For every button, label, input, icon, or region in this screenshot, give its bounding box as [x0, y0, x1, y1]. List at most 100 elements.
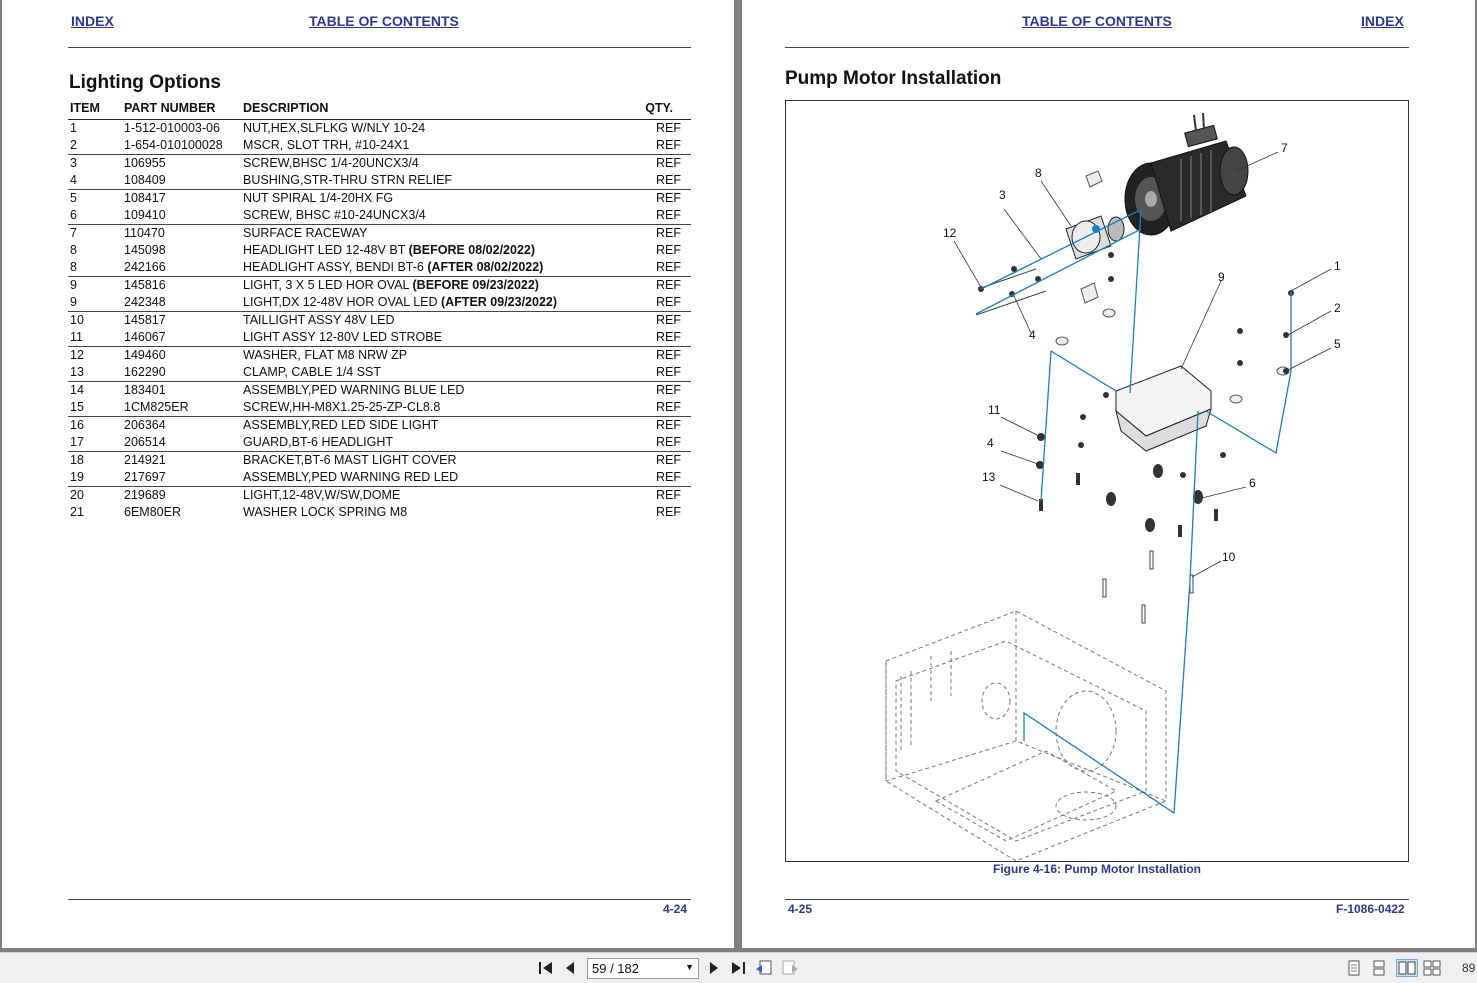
- next-page-button[interactable]: [705, 959, 723, 977]
- qty-cell: REF: [632, 380, 691, 399]
- footer-rule: [785, 899, 1409, 900]
- description-date-note: (AFTER 08/02/2022): [427, 259, 544, 274]
- facing-pages-icon: [1398, 961, 1416, 975]
- forward-view-icon: [782, 960, 798, 975]
- callout-7: 7: [1281, 141, 1288, 155]
- description-date-note: (BEFORE 09/23/2022): [412, 277, 539, 292]
- callout-12: 12: [943, 226, 957, 240]
- item-cell: 17: [70, 434, 84, 449]
- description-cell: SURFACE RACEWAY: [241, 223, 633, 242]
- description-date-note: (AFTER 09/23/2022): [441, 294, 558, 309]
- single-page-view-button[interactable]: [1345, 959, 1363, 977]
- part-number-cell: 1CM825ER: [124, 399, 189, 414]
- back-view-icon: [756, 960, 772, 975]
- description-cell: TAILLIGHT ASSY 48V LED: [241, 310, 633, 329]
- part-number-cell: 217697: [124, 469, 166, 484]
- page-number: 4-25: [788, 902, 813, 916]
- description-text: ASSEMBLY,PED WARNING RED LED: [243, 469, 459, 484]
- description-text: LIGHT, 3 X 5 LED HOR OVAL: [243, 277, 413, 292]
- item-cell: 13: [70, 364, 84, 379]
- qty-cell: REF: [656, 207, 681, 222]
- qty-cell: REF: [656, 504, 681, 519]
- zoom-level[interactable]: 89: [1462, 961, 1475, 975]
- pump-motor-exploded-diagram: 1 2 3 4 4 5 6 7 8 9 10 11 12 13: [885, 112, 1341, 862]
- qty-cell: REF: [632, 415, 691, 434]
- description-text: HEADLIGHT ASSY, BENDI BT-6: [243, 259, 428, 274]
- callout-13: 13: [982, 470, 996, 484]
- index-link[interactable]: INDEX: [71, 13, 114, 29]
- description-text: SCREW, BHSC #10-24UNCX3/4: [243, 207, 426, 222]
- page-title: Pump Motor Installation: [785, 68, 1002, 89]
- first-page-button[interactable]: [537, 959, 555, 977]
- previous-page-button[interactable]: [561, 959, 579, 977]
- description-text: BUSHING,STR-THRU STRN RELIEF: [243, 172, 453, 187]
- qty-cell: REF: [656, 242, 681, 257]
- item-cell: 4: [70, 172, 77, 187]
- last-page-button[interactable]: [729, 959, 747, 977]
- index-link[interactable]: INDEX: [1361, 13, 1404, 29]
- qty-cell: REF: [632, 188, 691, 207]
- continuous-view-button[interactable]: [1370, 959, 1388, 977]
- description-cell: LIGHT,DX 12-48V HOR OVAL LED (AFTER 09/2…: [241, 294, 632, 312]
- qty-cell: REF: [632, 153, 691, 172]
- description-text: TAILLIGHT ASSY 48V LED: [243, 312, 395, 327]
- continuous-facing-view-button[interactable]: [1423, 959, 1441, 977]
- parts-table: ITEM PART NUMBER DESCRIPTION QTY. 1 1-512…: [68, 99, 691, 521]
- callout-9: 9: [1218, 270, 1225, 284]
- description-cell: LIGHT ASSY 12-80V LED STROBE: [241, 329, 632, 347]
- item-cell: 8: [70, 259, 77, 274]
- table-row: 12 149460 WASHER, FLAT M8 NRW ZP REF: [68, 345, 691, 364]
- item-cell: 9: [68, 275, 122, 294]
- item-cell: 3: [68, 153, 122, 172]
- part-number-cell: 214921: [122, 450, 241, 469]
- qty-cell: REF: [632, 275, 691, 294]
- item-cell: 20: [68, 485, 122, 504]
- qty-cell: REF: [656, 172, 681, 187]
- part-number-cell: 108409: [124, 172, 166, 187]
- callout-2: 2: [1334, 301, 1341, 315]
- qty-cell: REF: [632, 450, 691, 469]
- col-qty-header: QTY.: [632, 99, 691, 120]
- description-text: SCREW,HH-M8X1.25-25-ZP-CL8.8: [243, 399, 441, 414]
- viewer-toolbar: 59 / 182 ▼ 89: [0, 952, 1477, 983]
- description-cell: WASHER, FLAT M8 NRW ZP: [241, 345, 633, 364]
- toc-link[interactable]: TABLE OF CONTENTS: [309, 13, 459, 29]
- description-text: CLAMP, CABLE 1/4 SST: [243, 364, 382, 379]
- qty-cell: REF: [656, 259, 681, 274]
- qty-cell: REF: [632, 310, 691, 329]
- callout-4a: 4: [1029, 328, 1036, 342]
- description-cell: SCREW, BHSC #10-24UNCX3/4: [241, 207, 632, 225]
- callout-11: 11: [988, 403, 1001, 417]
- part-number-cell: 206514: [124, 434, 166, 449]
- description-cell: GUARD,BT-6 HEADLIGHT: [241, 434, 632, 452]
- description-cell: ASSEMBLY,PED WARNING BLUE LED: [241, 380, 633, 399]
- part-number-cell: 145816: [122, 275, 241, 294]
- description-text: NUT SPIRAL 1/4-20HX FG: [243, 190, 394, 205]
- description-cell: LIGHT,12-48V,W/SW,DOME: [241, 485, 633, 504]
- callout-1: 1: [1334, 259, 1341, 273]
- table-row: 11 146067 LIGHT ASSY 12-80V LED STROBE REF: [68, 329, 691, 347]
- toc-link[interactable]: TABLE OF CONTENTS: [1022, 13, 1172, 29]
- item-cell: 11: [70, 329, 83, 344]
- back-view-button[interactable]: [755, 959, 773, 977]
- table-header-row: ITEM PART NUMBER DESCRIPTION QTY.: [68, 99, 691, 120]
- page-number-field[interactable]: 59 / 182 ▼: [587, 958, 699, 979]
- item-cell: 7: [68, 223, 122, 242]
- qty-cell: REF: [656, 469, 681, 484]
- last-page-icon: [732, 962, 745, 974]
- part-number-cell: 183401: [122, 380, 241, 399]
- part-number-cell: 242348: [124, 294, 166, 309]
- description-text: WASHER LOCK SPRING M8: [243, 504, 408, 519]
- left-page: INDEX TABLE OF CONTENTS Lighting Options…: [2, 0, 734, 948]
- qty-cell: REF: [656, 364, 681, 379]
- next-page-icon: [710, 962, 718, 974]
- chevron-down-icon[interactable]: ▼: [685, 962, 694, 972]
- part-number-cell: 6EM80ER: [124, 504, 181, 519]
- first-page-icon: [539, 962, 552, 974]
- description-text: MSCR, SLOT TRH, #10-24X1: [243, 137, 410, 152]
- item-cell: 5: [68, 188, 122, 207]
- qty-cell: REF: [632, 118, 691, 137]
- facing-view-button[interactable]: [1396, 959, 1418, 977]
- qty-cell: REF: [656, 294, 681, 309]
- forward-view-button[interactable]: [781, 959, 799, 977]
